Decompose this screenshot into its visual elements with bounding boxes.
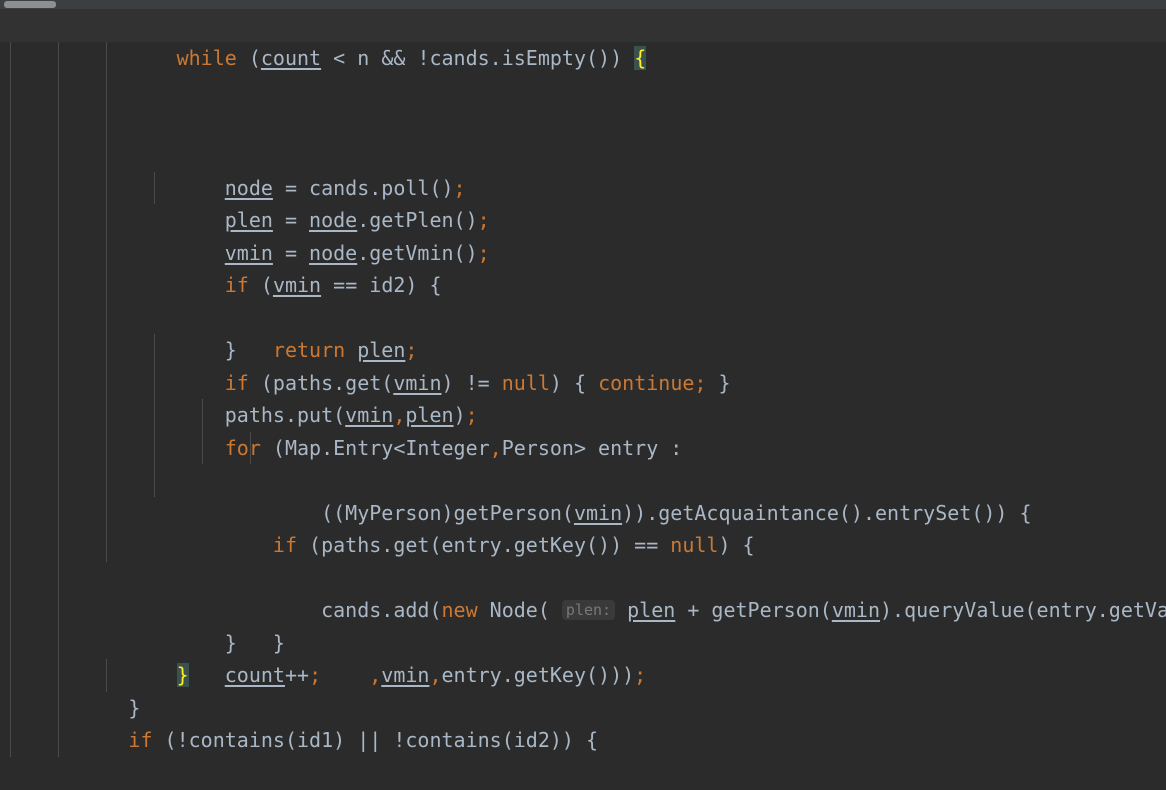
indent-guide bbox=[58, 561, 59, 594]
indent-guide bbox=[154, 464, 155, 497]
indent-guide bbox=[10, 561, 11, 594]
indent-guide bbox=[58, 171, 59, 204]
indent-guide bbox=[58, 691, 59, 724]
indent-guide bbox=[58, 659, 59, 692]
code-line[interactable]: } bbox=[0, 691, 1166, 724]
code-line[interactable]: if (vmin == id2) { bbox=[0, 139, 1166, 297]
indent-guide bbox=[58, 594, 59, 627]
indent-guide bbox=[58, 431, 59, 464]
indent-guide bbox=[10, 41, 11, 74]
indent-guide bbox=[106, 301, 107, 334]
code-line[interactable]: vmin = node.getVmin(); bbox=[0, 106, 1166, 265]
indent-guide bbox=[106, 464, 107, 497]
indent-guide bbox=[58, 724, 59, 757]
indent-guide bbox=[58, 399, 59, 432]
indent-guide bbox=[58, 204, 59, 237]
indent-guide bbox=[58, 74, 59, 107]
indent-guide bbox=[10, 334, 11, 367]
code-line[interactable]: } bbox=[0, 757, 1166, 790]
indent-guide bbox=[10, 529, 11, 562]
indent-guide bbox=[10, 464, 11, 497]
indent-guide bbox=[58, 529, 59, 562]
indent-guide bbox=[106, 74, 107, 107]
indent-guide bbox=[10, 659, 11, 692]
indent-guide bbox=[10, 139, 11, 172]
indent-guide bbox=[10, 366, 11, 399]
code-line[interactable]: } bbox=[0, 464, 1166, 655]
code-line[interactable]: } bbox=[0, 561, 1166, 687]
indent-guide bbox=[58, 41, 59, 74]
indent-guide bbox=[58, 301, 59, 334]
indent-guide bbox=[10, 431, 11, 464]
horizontal-scrollbar-thumb[interactable] bbox=[4, 1, 56, 8]
indent-guide bbox=[58, 626, 59, 659]
indent-guide bbox=[106, 106, 107, 139]
indent-guide bbox=[58, 334, 59, 367]
indent-guide bbox=[58, 496, 59, 529]
indent-guide bbox=[10, 269, 11, 302]
inlay-hint-plen: plen: bbox=[561, 600, 616, 620]
indent-guide bbox=[58, 106, 59, 139]
indent-guide bbox=[10, 626, 11, 659]
indent-guide bbox=[10, 691, 11, 724]
indent-guide bbox=[58, 236, 59, 269]
matching-brace-close: } bbox=[176, 663, 189, 687]
indent-guide bbox=[10, 724, 11, 757]
indent-guide bbox=[58, 269, 59, 302]
indent-guide bbox=[106, 139, 107, 172]
horizontal-scrollbar-track[interactable] bbox=[0, 0, 1166, 9]
indent-guide bbox=[10, 496, 11, 529]
matching-brace-open: { bbox=[634, 45, 647, 70]
code-line[interactable]: plen = node.getPlen(); bbox=[0, 74, 1166, 232]
indent-guide bbox=[10, 594, 11, 627]
indent-guide bbox=[10, 236, 11, 269]
indent-guide bbox=[58, 464, 59, 497]
indent-guide bbox=[10, 106, 11, 139]
indent-guide bbox=[10, 74, 11, 107]
indent-guide bbox=[10, 399, 11, 432]
indent-guide bbox=[58, 139, 59, 172]
code-editor[interactable]: while (count < n && !cands.isEmpty()) { … bbox=[0, 0, 1166, 790]
code-line[interactable]: for (Map.Entry<Integer,Person> entry : bbox=[0, 301, 1166, 460]
indent-guide bbox=[10, 171, 11, 204]
indent-guide bbox=[10, 204, 11, 237]
code-line[interactable]: while (count < n && !cands.isEmpty()) { bbox=[0, 9, 1166, 70]
code-surface[interactable]: while (count < n && !cands.isEmpty()) { … bbox=[0, 9, 1166, 790]
indent-guide bbox=[10, 301, 11, 334]
indent-guide bbox=[58, 366, 59, 399]
